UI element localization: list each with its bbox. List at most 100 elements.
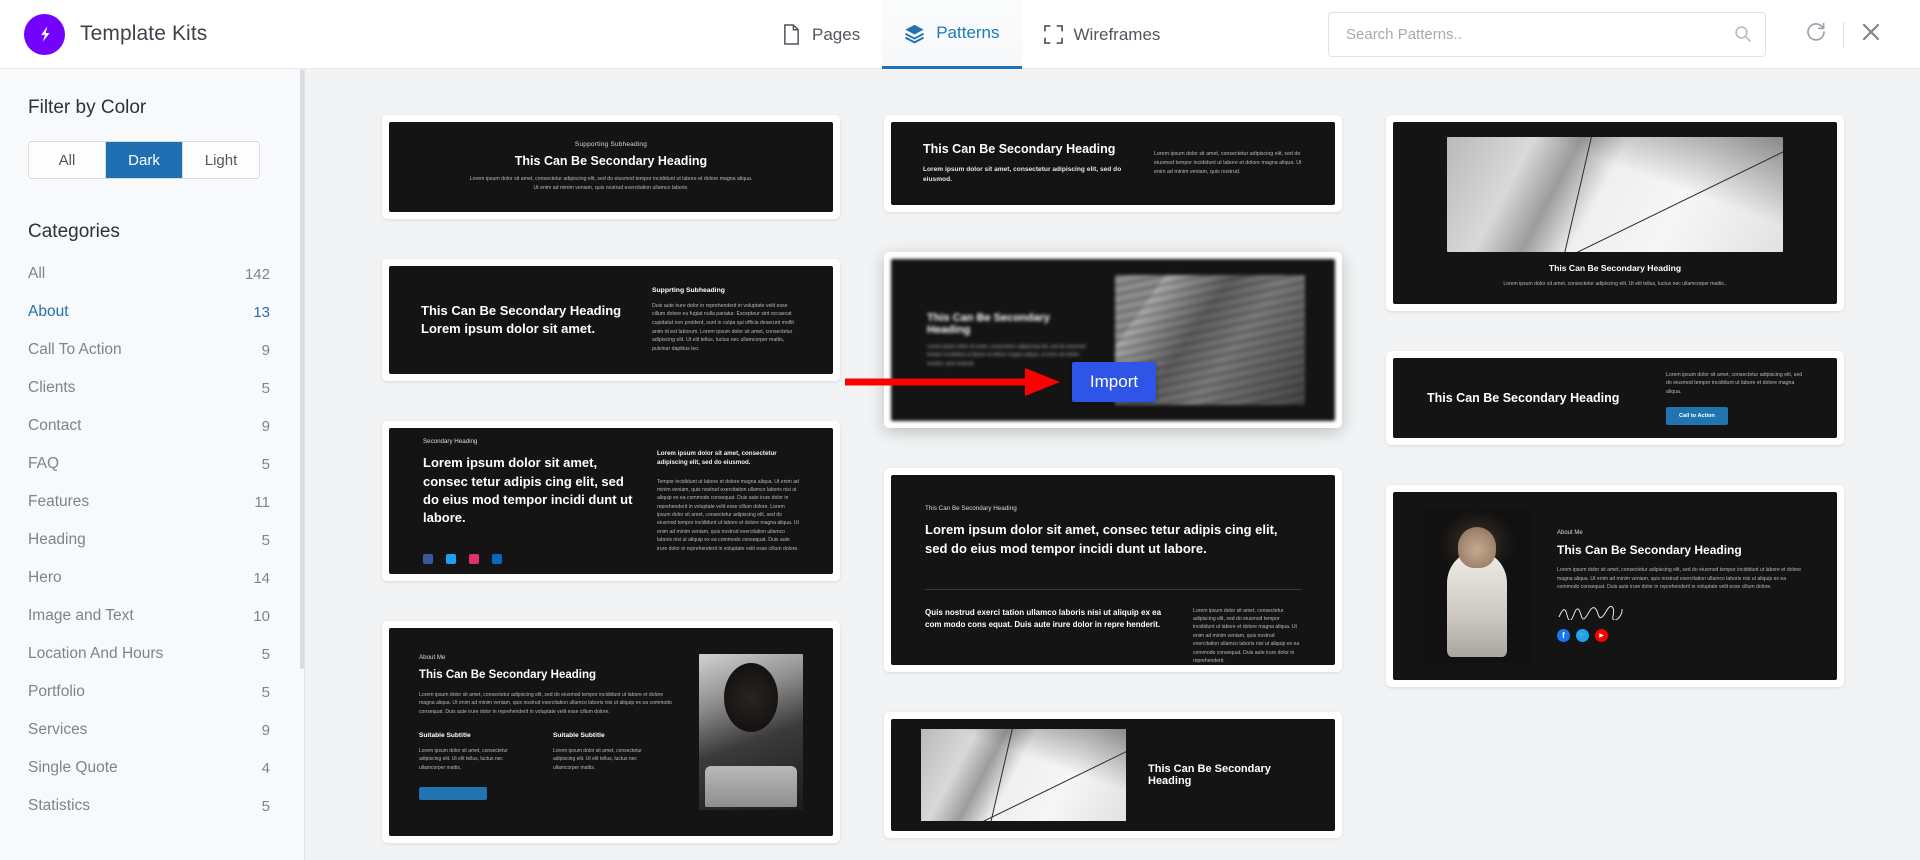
category-label: FAQ (28, 455, 60, 472)
brand: Template Kits (0, 13, 208, 55)
pattern-kicker: Secondary Heading (423, 438, 478, 446)
tab-pages-label: Pages (812, 24, 861, 44)
color-filter-dark[interactable]: Dark (106, 142, 183, 178)
category-item-heading[interactable]: Heading 5 (28, 521, 272, 559)
linkedin-icon[interactable] (492, 553, 502, 564)
pattern-card[interactable]: This Can Be Secondary Heading Lorem ipsu… (884, 115, 1342, 212)
tab-patterns[interactable]: Patterns (882, 0, 1022, 69)
pattern-card[interactable]: This Can Be Secondary Heading Lorem ipsu… (1386, 115, 1844, 311)
category-item-location-and-hours[interactable]: Location And Hours 5 (28, 635, 272, 673)
pattern-subtitle: Suitable Subtitle (419, 732, 471, 740)
category-count: 11 (254, 493, 270, 511)
page-icon (782, 24, 801, 45)
facebook-icon[interactable]: f (1557, 628, 1570, 642)
pattern-subtitle: Suitable Subtitle (553, 732, 605, 740)
pattern-subheading: Supporting Subheading (574, 141, 648, 149)
pattern-column-3: This Can Be Secondary Heading Lorem ipsu… (1386, 115, 1844, 843)
pattern-preview: This Can Be Secondary Heading Lorem ipsu… (891, 122, 1335, 205)
category-item-image-and-text[interactable]: Image and Text 10 (28, 597, 272, 635)
pattern-subtitle-body: Lorem ipsum dolor sit amet, consectetur … (553, 748, 642, 771)
category-item-portfolio[interactable]: Portfolio 5 (28, 673, 272, 711)
category-count: 5 (261, 683, 270, 701)
pattern-body: Lorem ipsum dolor sit amet, consectetur … (1666, 371, 1803, 395)
bolt-icon (24, 13, 65, 55)
social-links: f 🐦 ▶ (1557, 628, 1807, 642)
pattern-card[interactable]: This Can Be Secondary Heading (884, 712, 1342, 838)
category-label: Single Quote (28, 759, 118, 776)
category-count: 5 (261, 531, 270, 549)
pattern-card[interactable]: This Can Be Secondary Heading Lorem ipsu… (1386, 351, 1844, 445)
pattern-kicker: About Me (419, 654, 446, 661)
category-count: 9 (261, 341, 270, 359)
pattern-heading: This Can Be Secondary Heading (923, 141, 1116, 156)
category-item-call-to-action[interactable]: Call To Action 9 (28, 331, 272, 369)
pattern-preview: This Can Be Secondary Heading Lorem ipsu… (1393, 122, 1837, 304)
category-label: Location And Hours (28, 645, 164, 662)
category-item-faq[interactable]: FAQ 5 (28, 445, 272, 483)
twitter-icon[interactable] (446, 553, 456, 564)
pattern-card[interactable]: This Can Be Secondary Heading Lorem ipsu… (884, 468, 1342, 672)
frame-icon (1043, 25, 1063, 44)
color-filter-light[interactable]: Light (183, 142, 259, 178)
pattern-preview: This Can Be Secondary Heading Lorem ipsu… (389, 266, 833, 374)
pattern-card[interactable]: Supporting Subheading This Can Be Second… (382, 115, 840, 219)
category-count: 9 (261, 721, 270, 739)
category-label: About (28, 303, 69, 320)
architecture-image (921, 729, 1126, 821)
app-header: Template Kits Pages Patterns Wireframes (0, 0, 1920, 69)
category-item-single-quote[interactable]: Single Quote 4 (28, 749, 272, 787)
search-input[interactable] (1328, 12, 1766, 57)
twitter-icon[interactable]: 🐦 (1576, 628, 1589, 642)
woman-laptop-image (699, 654, 803, 810)
pattern-body: Lorem ipsum dolor sit amet, consectetur … (419, 692, 672, 715)
instagram-icon[interactable] (469, 553, 479, 564)
category-item-hero[interactable]: Hero 14 (28, 559, 272, 597)
main-nav: Pages Patterns Wireframes (760, 0, 1182, 69)
color-filter-all[interactable]: All (29, 142, 106, 178)
patterns-grid: Supporting Subheading This Can Be Second… (306, 69, 1920, 860)
pattern-heading: This Can Be Secondary Heading (1557, 543, 1742, 558)
brand-title: Template Kits (80, 22, 208, 45)
category-item-contact[interactable]: Contact 9 (28, 407, 272, 445)
category-count: 4 (261, 759, 270, 777)
category-label: Services (28, 721, 88, 738)
category-count: 142 (244, 265, 270, 283)
close-button[interactable] (1844, 0, 1898, 69)
pattern-card[interactable]: About Me This Can Be Secondary Heading L… (382, 621, 840, 843)
pattern-card[interactable]: This Can Be Secondary Heading Lorem ipsu… (382, 259, 840, 381)
category-list: All 142 About 13 Call To Action 9 Client… (28, 255, 272, 825)
tab-pages[interactable]: Pages (760, 0, 882, 69)
category-item-all[interactable]: All 142 (28, 255, 272, 293)
architecture-image (1447, 137, 1783, 253)
category-item-services[interactable]: Services 9 (28, 711, 272, 749)
pattern-heading: Lorem ipsum dolor sit amet, consec tetur… (925, 522, 1278, 556)
category-label: Call To Action (28, 341, 122, 358)
pattern-preview: This Can Be Secondary Heading Lorem ipsu… (891, 475, 1335, 665)
refresh-button[interactable] (1789, 0, 1843, 69)
pattern-preview: Secondary Heading Lorem ipsum dolor sit … (389, 428, 833, 574)
category-label: Hero (28, 569, 62, 586)
pattern-kicker: About Me (1557, 530, 1583, 537)
youtube-icon[interactable]: ▶ (1595, 628, 1608, 642)
category-item-about[interactable]: About 13 (28, 293, 272, 331)
category-count: 9 (261, 417, 270, 435)
category-label: Features (28, 493, 90, 510)
pattern-heading: This Can Be Secondary Heading (419, 669, 597, 681)
sidebar-scrollbar[interactable] (300, 69, 304, 669)
pattern-preview: Supporting Subheading This Can Be Second… (389, 122, 833, 212)
category-count: 10 (253, 607, 270, 625)
category-count: 13 (253, 303, 270, 321)
tab-wireframes[interactable]: Wireframes (1022, 0, 1183, 69)
pattern-heading: Lorem ipsum dolor sit amet, consec tetur… (423, 455, 633, 526)
pattern-card[interactable]: Secondary Heading Lorem ipsum dolor sit … (382, 421, 840, 581)
category-item-statistics[interactable]: Statistics 5 (28, 787, 272, 825)
pattern-card[interactable]: About Me This Can Be Secondary Heading L… (1386, 485, 1844, 687)
category-label: All (28, 265, 46, 282)
category-item-features[interactable]: Features 11 (28, 483, 272, 521)
filter-by-color-title: Filter by Color (28, 97, 147, 118)
refresh-icon (1805, 21, 1827, 48)
pattern-body: Duis aute irure dolor in reprehenderit i… (652, 302, 794, 352)
category-item-clients[interactable]: Clients 5 (28, 369, 272, 407)
import-button[interactable]: Import (1072, 362, 1156, 402)
facebook-icon[interactable] (423, 553, 433, 564)
